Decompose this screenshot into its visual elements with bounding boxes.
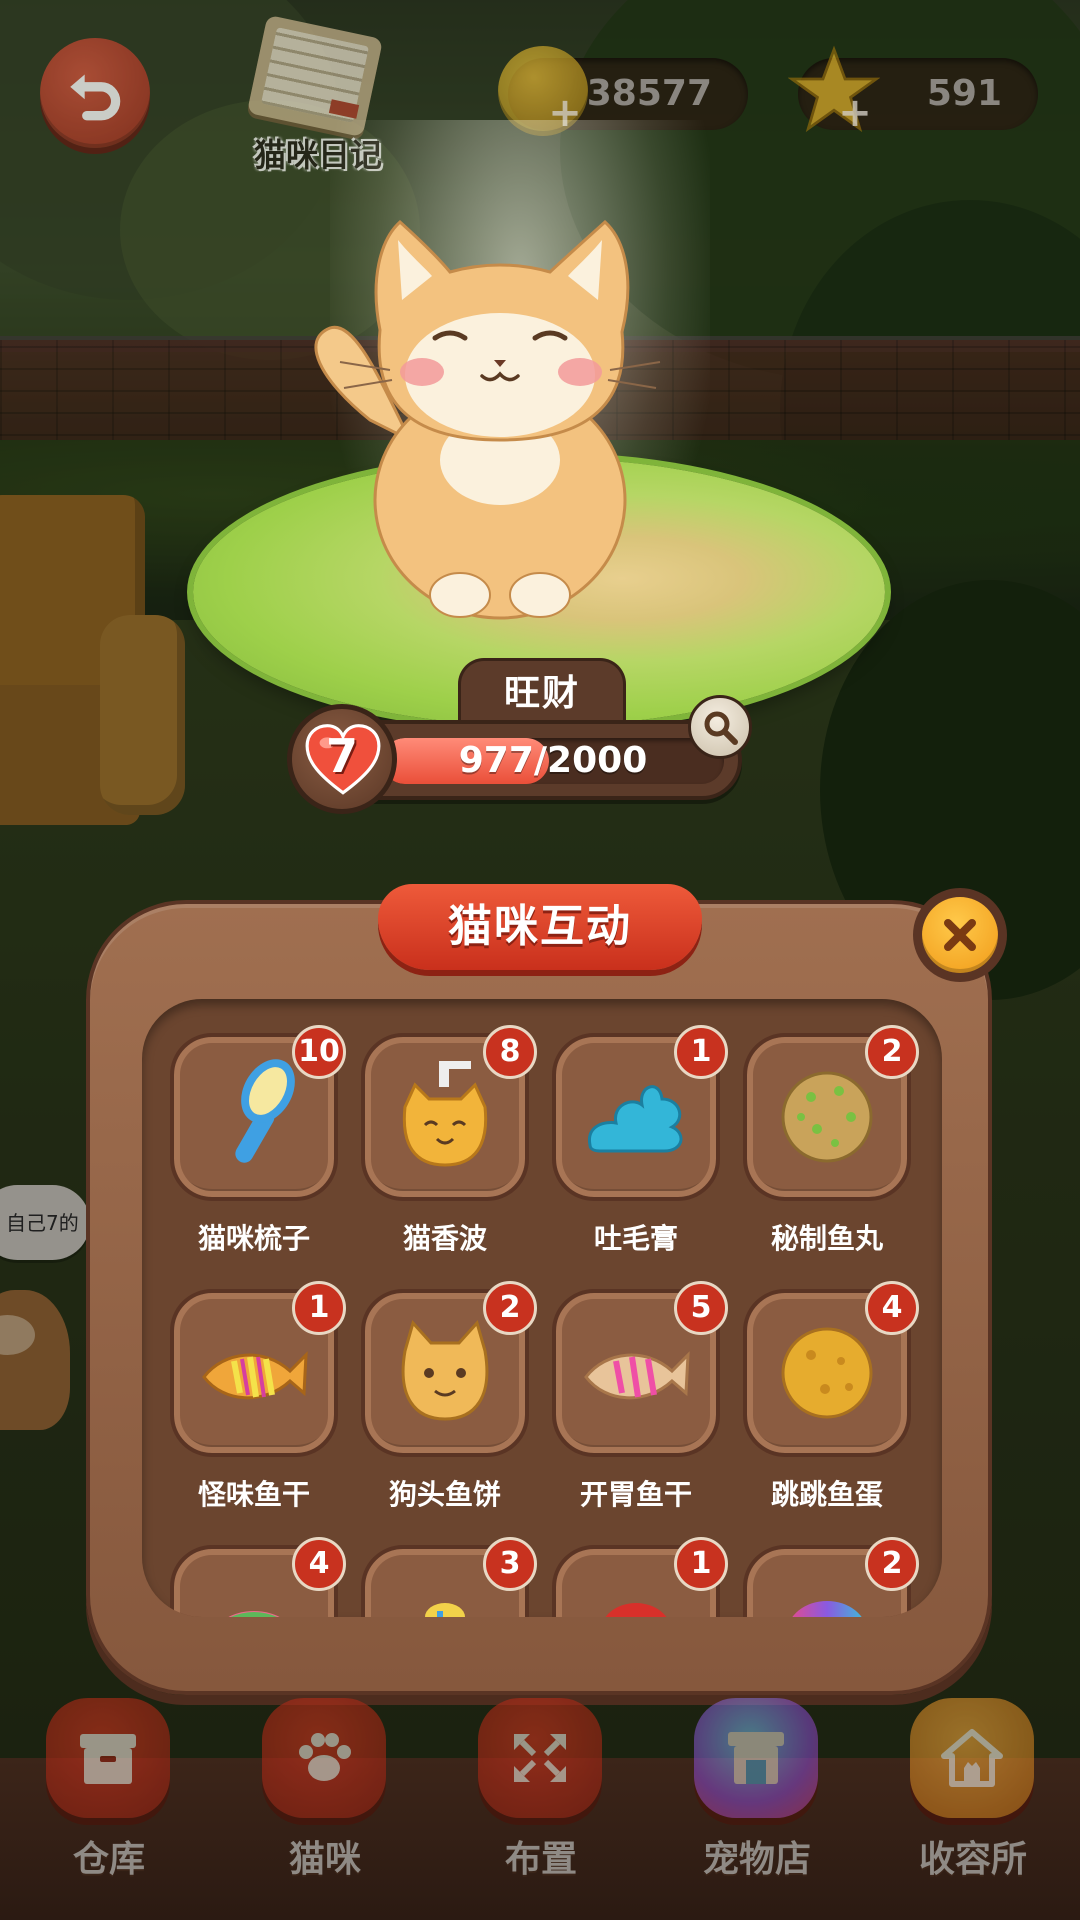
- paw-icon: [299, 1733, 351, 1781]
- item-count-badge: 2: [865, 1025, 919, 1079]
- affection-progress-text: 977/2000: [458, 740, 648, 781]
- item-slot[interactable]: 2 秘制鱼丸: [743, 1025, 919, 1255]
- close-button[interactable]: [913, 888, 1007, 982]
- item-slot[interactable]: 8 猫香波: [361, 1025, 537, 1255]
- panel-title: 猫咪互动: [448, 901, 632, 952]
- cat-interaction-panel: 10 猫咪梳子 8 猫香波 1 吐毛膏 2 秘制鱼丸 1 怪味鱼干 2 狗头鱼饼…: [86, 900, 992, 1695]
- item-slot[interactable]: 10 猫咪梳子: [170, 1025, 346, 1255]
- fish-egg-icon: [781, 1327, 873, 1419]
- item-count-badge: 1: [292, 1281, 346, 1335]
- nav-warehouse[interactable]: 仓库: [34, 1698, 184, 1880]
- item-count-badge: 4: [292, 1537, 346, 1591]
- inspect-button[interactable]: [688, 695, 752, 759]
- nav-pet-shop[interactable]: 宠物店: [682, 1698, 832, 1880]
- back-arrow-icon: [70, 74, 121, 121]
- cat-character[interactable]: [300, 210, 700, 630]
- item-slot[interactable]: 4 跳跳鱼蛋: [743, 1281, 919, 1511]
- item-label: 吐毛膏: [593, 1222, 678, 1255]
- item-label: 跳跳鱼蛋: [770, 1478, 883, 1511]
- comb-icon: [235, 1059, 295, 1163]
- panel-title-ribbon: 猫咪互动: [378, 884, 702, 976]
- nav-label: 仓库: [72, 1839, 145, 1880]
- back-button[interactable]: [40, 38, 150, 148]
- item-count-badge: 1: [674, 1537, 728, 1591]
- item-slot[interactable]: 3: [361, 1537, 537, 1617]
- item-slot[interactable]: 1: [552, 1537, 728, 1617]
- item-count-badge: 1: [674, 1025, 728, 1079]
- nav-arrange[interactable]: 布置: [466, 1698, 616, 1880]
- affection-level-badge: 7: [287, 704, 397, 814]
- item-slot[interactable]: 4: [170, 1537, 346, 1617]
- shampoo-icon: [402, 1061, 488, 1167]
- item-count-badge: 4: [865, 1281, 919, 1335]
- dried-fish-icon: [202, 1351, 308, 1400]
- item-count-badge: 5: [674, 1281, 728, 1335]
- item-slot[interactable]: 2 狗头鱼饼: [361, 1281, 537, 1511]
- nav-label: 收容所: [918, 1839, 1027, 1880]
- add-stars-icon: +: [838, 90, 872, 136]
- item-count-badge: 3: [483, 1537, 537, 1591]
- affection-progress-track: 977/2000: [382, 738, 724, 784]
- item-label: 猫香波: [402, 1222, 487, 1255]
- dog-fish-cake-icon: [401, 1319, 489, 1421]
- item-label: 狗头鱼饼: [388, 1478, 501, 1511]
- item-label: 猫咪梳子: [197, 1222, 310, 1255]
- item-slot[interactable]: 1 怪味鱼干: [170, 1281, 346, 1511]
- arrange-icon: [514, 1734, 566, 1782]
- item-count-badge: 10: [292, 1025, 346, 1079]
- box-icon: [80, 1734, 136, 1784]
- nav-label: 宠物店: [702, 1839, 811, 1880]
- magnifier-icon: [704, 711, 738, 745]
- item-count-badge: 2: [865, 1537, 919, 1591]
- hairball-paste-icon: [588, 1085, 683, 1153]
- star-amount: 591: [926, 73, 1002, 114]
- item-slot[interactable]: 5 开胃鱼干: [552, 1281, 728, 1511]
- cat-name: 旺财: [503, 673, 580, 714]
- nav-label: 布置: [504, 1839, 577, 1880]
- close-icon: [944, 919, 976, 951]
- item-count-badge: 2: [483, 1281, 537, 1335]
- item-grid-container[interactable]: 10 猫咪梳子 8 猫香波 1 吐毛膏 2 秘制鱼丸 1 怪味鱼干 2 狗头鱼饼…: [142, 999, 942, 1617]
- item-slot[interactable]: 1 吐毛膏: [552, 1025, 728, 1255]
- nav-cats[interactable]: 猫咪: [250, 1698, 400, 1880]
- shelter-icon: [941, 1729, 1003, 1787]
- item-slot[interactable]: 2: [743, 1537, 919, 1617]
- affection-level-number: 7: [325, 729, 358, 783]
- nav-label: 猫咪: [288, 1839, 361, 1880]
- star-counter[interactable]: + 591: [788, 45, 1038, 136]
- cat-name-tab: 旺财: [458, 658, 626, 724]
- nav-shelter[interactable]: 收容所: [898, 1698, 1048, 1880]
- item-count-badge: 8: [483, 1025, 537, 1079]
- item-label: 秘制鱼丸: [770, 1222, 883, 1255]
- item-label: 开胃鱼干: [579, 1478, 692, 1511]
- fish-ball-icon: [781, 1071, 873, 1163]
- shop-icon: [728, 1732, 784, 1784]
- item-label: 怪味鱼干: [197, 1478, 310, 1511]
- appetizer-fish-icon: [584, 1351, 690, 1400]
